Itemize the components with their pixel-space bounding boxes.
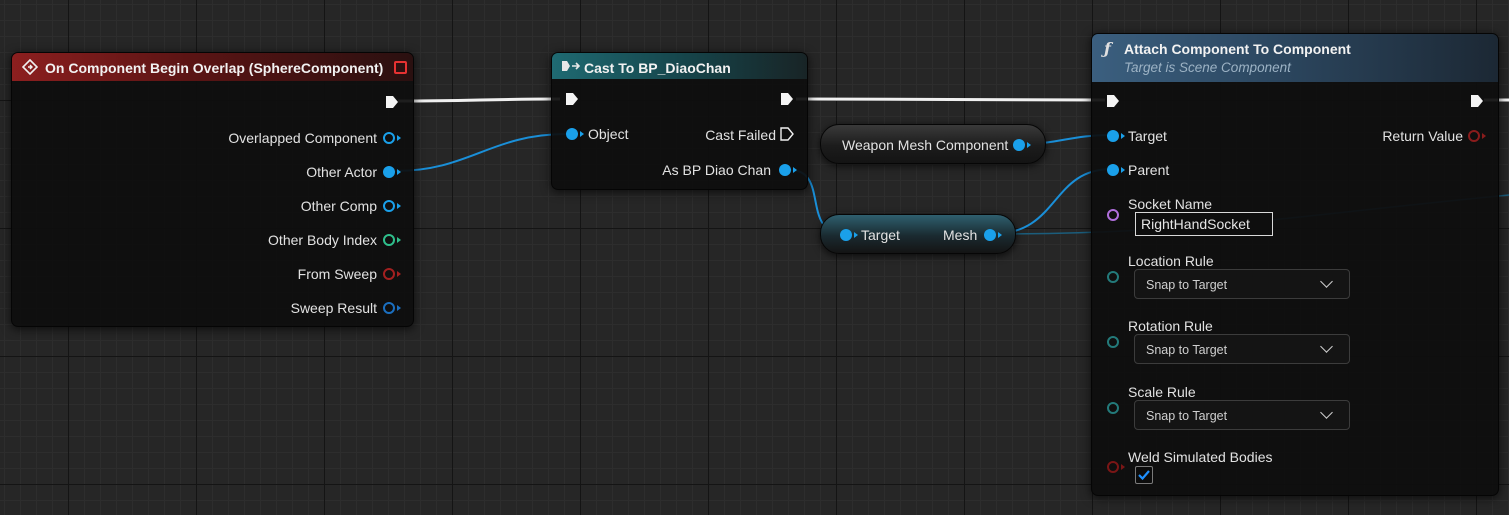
pin-weapon-mesh[interactable] [1013,139,1025,151]
attach-node[interactable]: ƒ Attach Component To Component Target i… [1091,33,1499,496]
checkmark-icon [1138,470,1150,481]
pin-tail-icon [1027,142,1031,148]
exec-wire-cast-to-attach [795,97,1106,102]
scale-rule-dropdown[interactable]: Snap to Target [1134,400,1350,430]
chevron-down-icon [1320,275,1333,288]
pin-tail-icon [397,169,401,175]
pin-parent[interactable] [1107,164,1119,176]
cast-header[interactable]: Cast To BP_DiaoChan [552,53,807,79]
overlap-event-title: On Component Begin Overlap (SphereCompon… [45,60,384,76]
pin-tail-icon [397,203,401,209]
pin-label-object: Object [588,126,629,142]
pin-label-sweep-result: Sweep Result [290,300,377,316]
pin-label-scale-rule: Scale Rule [1128,384,1196,400]
socket-name-input[interactable]: RightHandSocket [1135,212,1273,236]
rotation-rule-dropdown[interactable]: Snap to Target [1134,334,1350,364]
chevron-down-icon [1320,406,1333,419]
pin-tail-icon [397,271,401,277]
pin-label-other-actor: Other Actor [306,164,377,180]
pin-rotation-rule[interactable] [1107,336,1119,348]
pin-tail-icon [397,237,401,243]
overlap-event-node[interactable]: On Component Begin Overlap (SphereCompon… [11,52,414,327]
pin-label-socket-name: Socket Name [1128,196,1213,212]
pin-tail-icon [998,232,1002,238]
cast-icon [562,61,581,71]
scale-rule-value: Snap to Target [1146,409,1228,423]
pin-tail-icon [580,131,584,137]
pin-return-value[interactable] [1468,130,1480,142]
pin-other-actor[interactable] [383,166,395,178]
pin-scale-rule[interactable] [1107,402,1119,414]
cast-node[interactable]: Cast To BP_DiaoChan Object Cast Failed A… [551,52,808,190]
pin-label-mesh: Mesh [943,227,978,243]
pin-socket-name[interactable] [1107,209,1119,221]
pin-label-get-mesh-target: Target [861,227,900,243]
pin-location-rule[interactable] [1107,271,1119,283]
rotation-rule-value: Snap to Target [1146,343,1228,357]
pin-tail-icon [1121,464,1125,470]
pin-from-sweep[interactable] [383,268,395,280]
pin-label-cast-failed: Cast Failed [705,127,776,143]
pin-tail-icon [1482,133,1486,139]
pin-target[interactable] [1107,130,1119,142]
exec-cast-failed-pin[interactable] [780,127,794,141]
overlap-event-header[interactable]: On Component Begin Overlap (SphereCompon… [12,53,413,81]
pin-label-weld-simulated-bodies: Weld Simulated Bodies [1128,449,1273,465]
delegate-pin-icon[interactable] [394,61,407,74]
exec-wire-event-to-cast [397,97,561,103]
pin-label-rotation-rule: Rotation Rule [1128,318,1213,334]
exec-in-pin[interactable] [1106,94,1120,108]
pin-tail-icon [397,135,401,141]
exec-out-pin[interactable] [385,95,399,109]
exec-out-pin[interactable] [780,92,794,106]
weld-simulated-bodies-checkbox[interactable] [1135,466,1153,484]
weapon-mesh-variable-node[interactable]: Weapon Mesh Component [820,124,1046,164]
pin-weld-simulated-bodies[interactable] [1107,461,1119,473]
wire-other-actor-to-object [394,133,568,172]
pin-mesh[interactable] [984,229,996,241]
pin-object[interactable] [566,128,578,140]
attach-header[interactable]: ƒ Attach Component To Component Target i… [1092,34,1498,82]
pin-label-location-rule: Location Rule [1128,253,1214,269]
get-mesh-node[interactable]: Target Mesh [820,214,1016,254]
weapon-mesh-label: Weapon Mesh Component [842,137,1009,153]
pin-tail-icon [1121,133,1125,139]
pin-other-comp[interactable] [383,200,395,212]
location-rule-dropdown[interactable]: Snap to Target [1134,269,1350,299]
event-icon [22,59,38,75]
pin-tail-icon [793,167,797,173]
pin-tail-icon [397,305,401,311]
pin-overlapped-component[interactable] [383,132,395,144]
pin-as-bp-diao-chan[interactable] [779,164,791,176]
pin-tail-icon [1121,167,1125,173]
pin-label-other-comp: Other Comp [300,198,377,214]
attach-subtitle: Target is Scene Component [1124,60,1291,75]
exec-in-pin[interactable] [565,92,579,106]
cast-title: Cast To BP_DiaoChan [584,60,731,76]
pin-label-return-value: Return Value [1382,128,1463,144]
pin-tail-icon [854,232,858,238]
attach-title: Attach Component To Component [1124,41,1351,57]
pin-label-other-body-index: Other Body Index [268,232,377,248]
pin-label-target: Target [1128,128,1167,144]
exec-out-pin[interactable] [1470,94,1484,108]
pin-label-as-bp-diao-chan: As BP Diao Chan [662,162,771,178]
location-rule-value: Snap to Target [1146,278,1228,292]
function-icon: ƒ [1104,39,1111,58]
pin-sweep-result[interactable] [383,302,395,314]
pin-get-mesh-target[interactable] [840,229,852,241]
pin-label-from-sweep: From Sweep [297,266,377,282]
chevron-down-icon [1320,340,1333,353]
pin-other-body-index[interactable] [383,234,395,246]
pin-label-parent: Parent [1128,162,1170,178]
pin-label-overlapped-component: Overlapped Component [228,130,377,146]
